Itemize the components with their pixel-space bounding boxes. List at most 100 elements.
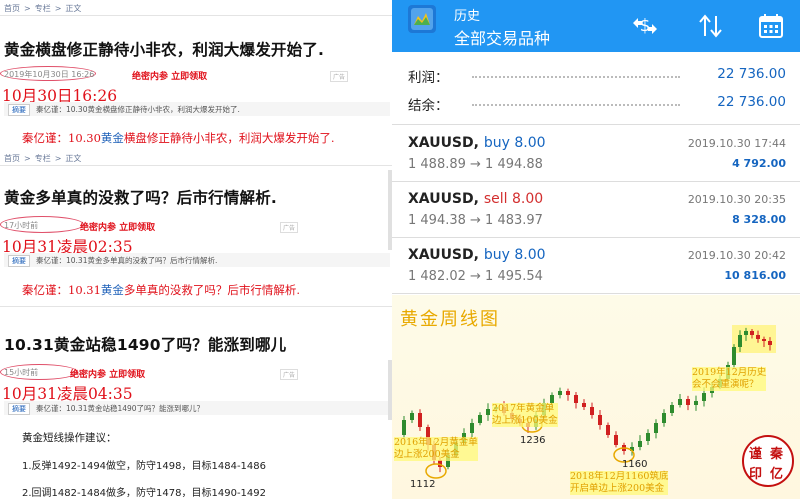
trade-prices: 1 488.89 → 1 494.88: [408, 157, 543, 172]
annotation-line: 边上涨200美金: [394, 449, 478, 461]
annotation-line: 2017年黄金单: [492, 403, 558, 415]
candle-body: [590, 407, 594, 415]
promo-link[interactable]: 绝密内参 立即领取: [70, 367, 145, 380]
candle-body: [410, 413, 414, 420]
trade-time: 2019.10.30 20:35: [687, 193, 786, 206]
low-label: 1112: [410, 479, 436, 490]
candle-body: [670, 405, 674, 413]
summary-panel: 利润： 22 736.00 结余： 22 736.00: [392, 52, 800, 125]
candle-body: [694, 401, 698, 405]
candle-body: [614, 435, 618, 445]
breadcrumb-sep: >: [54, 154, 62, 163]
trade-row[interactable]: XAUUSD, buy 8.00 1 482.02 → 1 495.54 201…: [392, 239, 800, 294]
seal-stamp: 谨 秦 印 亿: [742, 435, 794, 487]
breadcrumb-home[interactable]: 首页: [4, 4, 20, 13]
candle-body: [550, 395, 554, 403]
trade-time: 2019.10.30 20:42: [687, 249, 786, 262]
annotation-line: 2019年12月历史: [692, 367, 767, 379]
low-label: 1160: [622, 459, 648, 470]
candle-body: [558, 391, 562, 395]
candle-body: [606, 425, 610, 435]
sort-icon[interactable]: [696, 11, 726, 41]
divider: [0, 306, 392, 307]
trade-profit: 8 328.00: [732, 213, 786, 226]
trade-side: buy 8.00: [483, 135, 546, 151]
quote-keyword[interactable]: 黄金: [101, 283, 124, 297]
advice-item: 2.回调1482-1484做多，防守1478，目标1490-1492: [22, 488, 267, 499]
article-time: 17小时前: [4, 221, 39, 230]
seal-char: 印: [749, 467, 763, 482]
breadcrumb-sep: >: [24, 4, 31, 13]
article-summary: 摘要 秦亿谨：10.31黄金多单真的没救了吗？后市行情解析.: [4, 253, 390, 267]
dotted-leader: [472, 104, 680, 106]
quote-keyword[interactable]: 黄金: [101, 131, 124, 145]
candle-body: [732, 347, 736, 365]
article-title[interactable]: 黄金多单真的没救了吗？后市行情解析.: [4, 186, 277, 208]
profit-value: 22 736.00: [717, 66, 786, 82]
candle-body: [486, 409, 490, 415]
article-title[interactable]: 黄金横盘修正静待小非农，利润大爆发开始了.: [4, 38, 324, 60]
candle-body: [768, 341, 772, 345]
promo-link[interactable]: 绝密内参 立即领取: [132, 69, 207, 82]
trade-row[interactable]: XAUUSD, sell 8.00 1 494.38 → 1 483.97 20…: [392, 183, 800, 238]
ad-label: 广告: [280, 369, 299, 380]
trade-profit: 10 816.00: [724, 269, 786, 282]
advice-item: 1.反弹1492-1494做空，防守1498，目标1484-1486: [22, 461, 267, 472]
balance-value: 22 736.00: [717, 94, 786, 110]
promo-link[interactable]: 绝密内参 立即领取: [80, 220, 155, 233]
quote-prefix: 秦亿谨：10.30: [22, 131, 101, 145]
breadcrumb-current: 正文: [65, 154, 82, 163]
annotation-line: 2018年12月1160筑底: [570, 471, 669, 483]
calendar-icon[interactable]: [756, 11, 786, 41]
candle-body: [662, 413, 666, 423]
trade-row[interactable]: XAUUSD, buy 8.00 1 488.89 → 1 494.88 201…: [392, 127, 800, 182]
app-title: 历史: [454, 9, 481, 24]
annotation-2018: 2018年12月1160筑底 开启单边上涨200美金: [570, 471, 669, 495]
article-title[interactable]: 10.31黄金站稳1490了吗？能涨到哪儿: [4, 333, 286, 355]
candle-body: [582, 403, 586, 407]
breadcrumb-sep: >: [24, 154, 31, 163]
trade-prices: 1 482.02 → 1 495.54: [408, 269, 543, 284]
chart-title: 黄金周线图: [400, 309, 500, 330]
app-subtitle[interactable]: 全部交易品种: [454, 25, 550, 49]
trade-side: buy 8.00: [483, 247, 546, 263]
metatrader-logo-icon[interactable]: [408, 5, 436, 33]
summary-text: 秦亿谨：10.31黄金多单真的没救了吗？后市行情解析.: [36, 256, 218, 265]
divider: [0, 165, 392, 166]
breadcrumb: 首页 > 专栏 > 正文: [4, 3, 85, 14]
trade-profit: 4 792.00: [732, 157, 786, 170]
breadcrumb: 首页 > 专栏 > 正文: [4, 153, 85, 164]
ad-label: 广告: [280, 222, 299, 233]
candle-body: [678, 399, 682, 405]
annotation-line: 开启单边上涨200美金: [570, 483, 669, 495]
balance-row: 结余： 22 736.00: [392, 92, 800, 116]
profit-row: 利润： 22 736.00: [392, 64, 800, 88]
article-quote: 秦亿谨：10.30黄金横盘修正静待小非农，利润大爆发开始了.: [22, 130, 335, 146]
ad-label: 广告: [330, 71, 349, 82]
svg-text:$: $: [640, 16, 651, 36]
breadcrumb-column[interactable]: 专栏: [35, 154, 51, 163]
breadcrumb-current: 正文: [65, 4, 82, 13]
candle-body: [686, 399, 690, 405]
trade-history-app: 历史 全部交易品种 $ 利润： 22 736.00 结余： 22 736.00 …: [392, 0, 800, 499]
dotted-leader: [472, 76, 680, 78]
breadcrumb-column[interactable]: 专栏: [35, 4, 51, 13]
seal-char: 谨: [749, 447, 763, 462]
article-summary: 摘要 秦亿谨：10.30黄金横盘修正静待小非农，利润大爆发开始了.: [4, 102, 390, 116]
annotation-line: 2016年12月黄金单: [394, 437, 478, 449]
annotation-2016: 2016年12月黄金单 边上涨200美金: [394, 437, 478, 461]
currency-filter-icon[interactable]: $: [630, 11, 660, 41]
breadcrumb-sep: >: [54, 4, 62, 13]
summary-text: 秦亿谨：10.30黄金横盘修正静待小非农，利润大爆发开始了.: [36, 105, 240, 114]
article-feed: 首页 > 专栏 > 正文 黄金横盘修正静待小非农，利润大爆发开始了. 2019年10月3…: [0, 0, 392, 499]
breadcrumb-home[interactable]: 首页: [4, 154, 20, 163]
seal-char: 秦: [770, 447, 784, 462]
annotation-2017: 2017年黄金单 边上涨100美金: [492, 403, 558, 427]
divider: [0, 15, 392, 16]
summary-tag: 摘要: [8, 403, 30, 415]
candle-body: [702, 393, 706, 401]
trade-symbol: XAUUSD,: [408, 247, 479, 263]
quote-suffix: 多单真的没救了吗？后市行情解析.: [123, 283, 301, 297]
candle-body: [470, 423, 474, 433]
trade-time: 2019.10.30 17:44: [687, 137, 786, 150]
